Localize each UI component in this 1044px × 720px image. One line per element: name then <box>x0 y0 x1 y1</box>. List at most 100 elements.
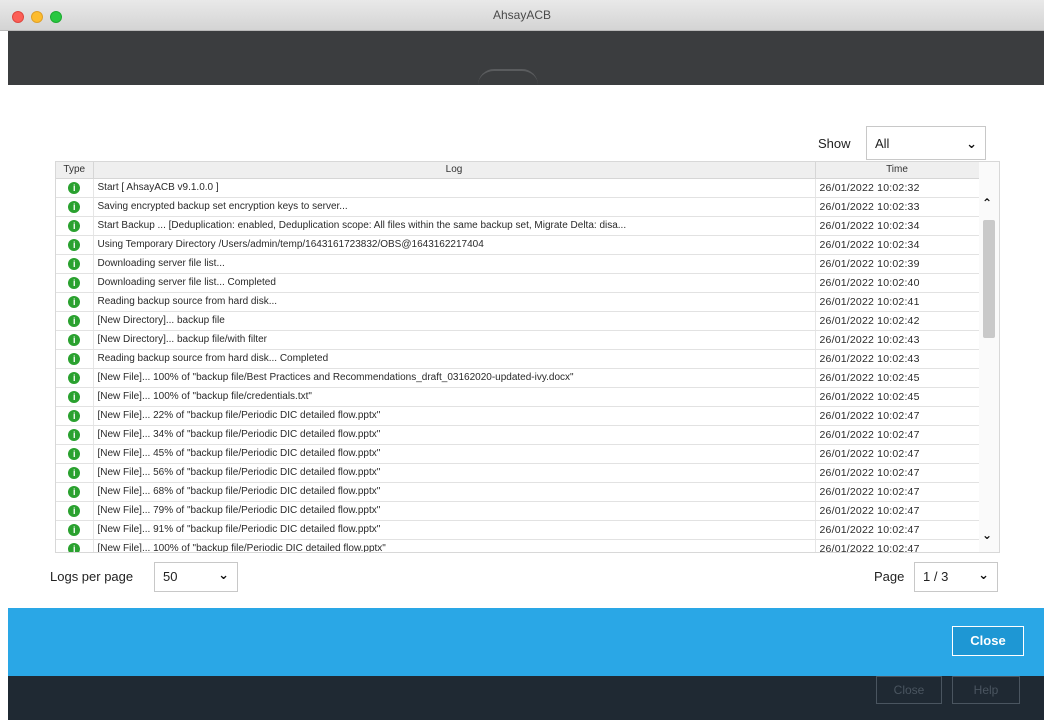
log-table: Type Log Time i Start [ AhsayACB v9.1.0.0… <box>56 162 980 552</box>
table-row[interactable]: i Start [ AhsayACB v9.1.0.0 ] 26/01/2022 1… <box>56 178 980 198</box>
table-row[interactable]: i [New Directory]... backup file 26/01/202… <box>56 311 980 331</box>
log-cell: [New File]... 79% of "backup file/Period… <box>93 501 816 521</box>
log-table-container: Type Log Time i Start [ AhsayACB v9.1.0.0… <box>55 161 1000 553</box>
log-cell: [New File]... 100% of "backup file/Best … <box>93 368 816 388</box>
table-header-row: Type Log Time <box>56 162 980 179</box>
time-cell: 26/01/2022 10:02:40 <box>815 273 980 293</box>
type-cell: i <box>56 330 94 350</box>
log-cell: [New File]... 22% of "backup file/Period… <box>93 406 816 426</box>
type-cell: i <box>56 311 94 331</box>
table-row[interactable]: i [New File]... 100% of "backup file/Peri… <box>56 539 980 552</box>
header-decoration <box>478 69 538 85</box>
info-icon: i <box>68 314 81 327</box>
time-cell: 26/01/2022 10:02:41 <box>815 292 980 312</box>
close-button[interactable]: Close <box>952 626 1024 656</box>
type-cell: i <box>56 349 94 369</box>
time-cell: 26/01/2022 10:02:47 <box>815 482 980 502</box>
info-icon: i <box>68 219 81 232</box>
type-cell: i <box>56 292 94 312</box>
info-icon: i <box>68 371 81 384</box>
time-cell: 26/01/2022 10:02:47 <box>815 425 980 445</box>
chevron-up-icon[interactable]: ⌃ <box>982 196 992 210</box>
time-cell: 26/01/2022 10:02:39 <box>815 254 980 274</box>
chevron-down-icon: ⌄ <box>966 136 977 151</box>
app-header-background <box>8 31 1044 85</box>
table-row[interactable]: i [New File]... 34% of "backup file/Perio… <box>56 425 980 445</box>
dialog-footer-bar: Close <box>8 608 1044 676</box>
table-row[interactable]: i [New File]... 45% of "backup file/Perio… <box>56 444 980 464</box>
log-cell: Downloading server file list... <box>93 254 816 274</box>
chevron-down-icon: ⌄ <box>218 567 229 582</box>
time-cell: 26/01/2022 10:02:42 <box>815 311 980 331</box>
info-icon: i <box>68 542 81 552</box>
info-icon: i <box>68 276 81 289</box>
log-scrollbar[interactable]: ⌃ ⌄ <box>979 162 999 552</box>
log-cell: [New File]... 56% of "backup file/Period… <box>93 463 816 483</box>
table-row[interactable]: i Downloading server file list... 26/01/20… <box>56 254 980 274</box>
time-cell: 26/01/2022 10:02:47 <box>815 539 980 552</box>
type-cell: i <box>56 444 94 464</box>
table-row[interactable]: i Reading backup source from hard disk...… <box>56 292 980 312</box>
table-row[interactable]: i [New File]... 100% of "backup file/cred… <box>56 387 980 407</box>
table-row[interactable]: i [New File]... 68% of "backup file/Perio… <box>56 482 980 502</box>
info-icon: i <box>68 428 81 441</box>
time-cell: 26/01/2022 10:02:43 <box>815 330 980 350</box>
log-table-body: i Start [ AhsayACB v9.1.0.0 ] 26/01/2022 1… <box>56 178 980 552</box>
time-cell: 26/01/2022 10:02:34 <box>815 216 980 236</box>
log-cell: [New Directory]... backup file/with filt… <box>93 330 816 350</box>
table-row[interactable]: i Start Backup ... [Deduplication: enable… <box>56 216 980 236</box>
show-filter-select[interactable]: All ⌄ <box>866 126 986 160</box>
info-icon: i <box>68 409 81 422</box>
time-cell: 26/01/2022 10:02:43 <box>815 349 980 369</box>
show-filter-value: All <box>875 136 890 151</box>
info-icon: i <box>68 390 81 403</box>
time-column-header[interactable]: Time <box>815 162 980 179</box>
logs-per-page-value: 50 <box>163 569 178 584</box>
log-cell: [New File]... 100% of "backup file/crede… <box>93 387 816 407</box>
time-cell: 26/01/2022 10:02:32 <box>815 178 980 198</box>
log-cell: Reading backup source from hard disk... … <box>93 349 816 369</box>
scrollbar-thumb[interactable] <box>983 220 995 338</box>
page-value: 1 / 3 <box>923 569 949 584</box>
time-cell: 26/01/2022 10:02:47 <box>815 520 980 540</box>
type-column-header[interactable]: Type <box>56 162 94 179</box>
log-cell: [New File]... 68% of "backup file/Period… <box>93 482 816 502</box>
table-row[interactable]: i [New File]... 100% of "backup file/Best… <box>56 368 980 388</box>
time-cell: 26/01/2022 10:02:45 <box>815 368 980 388</box>
table-row[interactable]: i Downloading server file list... Complet… <box>56 273 980 293</box>
type-cell: i <box>56 235 94 255</box>
time-cell: 26/01/2022 10:02:47 <box>815 501 980 521</box>
log-cell: Start [ AhsayACB v9.1.0.0 ] <box>93 178 816 198</box>
info-icon: i <box>68 333 81 346</box>
log-cell: [New Directory]... backup file <box>93 311 816 331</box>
app-footer-background: Close Help <box>8 676 1044 720</box>
type-cell: i <box>56 197 94 217</box>
log-cell: [New File]... 45% of "backup file/Period… <box>93 444 816 464</box>
logs-per-page-select[interactable]: 50 ⌄ <box>154 562 238 592</box>
time-cell: 26/01/2022 10:02:47 <box>815 463 980 483</box>
window-title: AhsayACB <box>492 8 552 22</box>
chevron-down-icon[interactable]: ⌄ <box>982 528 992 542</box>
type-cell: i <box>56 387 94 407</box>
time-cell: 26/01/2022 10:02:47 <box>815 406 980 426</box>
type-cell: i <box>56 482 94 502</box>
info-icon: i <box>68 295 81 308</box>
log-cell: Reading backup source from hard disk... <box>93 292 816 312</box>
table-row[interactable]: i [New File]... 91% of "backup file/Perio… <box>56 520 980 540</box>
table-row[interactable]: i [New File]... 79% of "backup file/Perio… <box>56 501 980 521</box>
info-icon: i <box>68 504 81 517</box>
table-row[interactable]: i Reading backup source from hard disk...… <box>56 349 980 369</box>
table-row[interactable]: i Using Temporary Directory /Users/admin/… <box>56 235 980 255</box>
table-row[interactable]: i [New File]... 56% of "backup file/Perio… <box>56 463 980 483</box>
type-cell: i <box>56 425 94 445</box>
info-icon: i <box>68 352 81 365</box>
page-select[interactable]: 1 / 3 ⌄ <box>914 562 998 592</box>
type-cell: i <box>56 539 94 552</box>
table-row[interactable]: i [New Directory]... backup file/with fil… <box>56 330 980 350</box>
log-column-header[interactable]: Log <box>93 162 816 179</box>
backup-log-dialog: Show All ⌄ Type Log Time i Start [ AhsayA… <box>8 85 1044 608</box>
type-cell: i <box>56 463 94 483</box>
table-row[interactable]: i [New File]... 22% of "backup file/Perio… <box>56 406 980 426</box>
log-cell: [New File]... 91% of "backup file/Period… <box>93 520 816 540</box>
table-row[interactable]: i Saving encrypted backup set encryption … <box>56 197 980 217</box>
